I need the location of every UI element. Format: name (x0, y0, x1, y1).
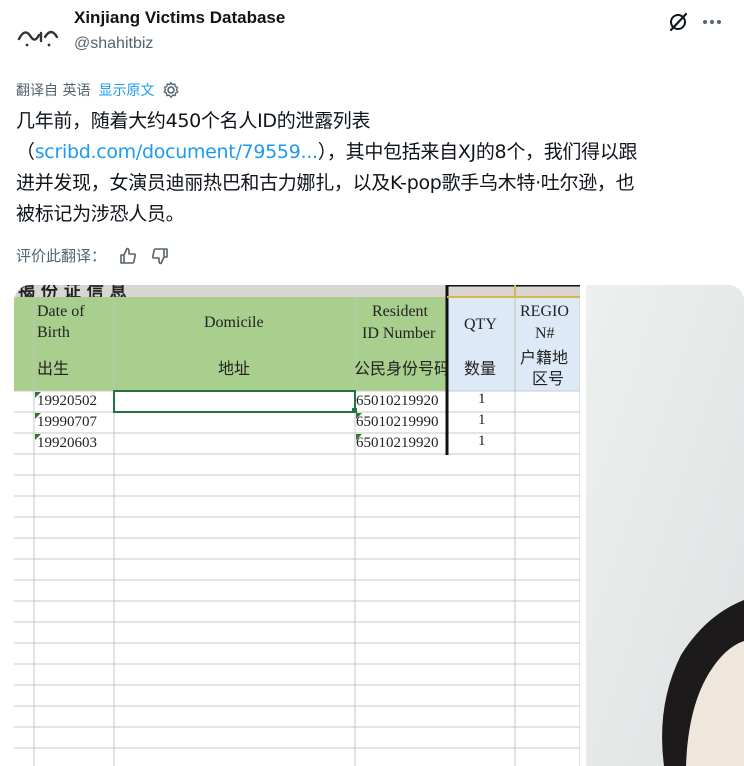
thumb-up-icon (120, 247, 137, 264)
photo-illustration (586, 285, 744, 766)
translation-bar: 翻译自 英语 显示原文 (16, 80, 180, 100)
show-original-link[interactable]: 显示原文 (98, 80, 154, 100)
tweet-line: （scribd.com/document/79559...），其中包括来自XJ的… (16, 137, 728, 168)
author-name[interactable]: Xinjiang Victims Database (74, 8, 285, 28)
media-image-photo[interactable] (586, 285, 744, 766)
more-icon (703, 20, 721, 24)
cell-dob: 19920603 (37, 435, 97, 451)
avatar-logo (17, 30, 59, 47)
tweet-text: 几年前，随着大约450个名人ID的泄露列表 （scribd.com/docume… (16, 106, 728, 230)
tweet-line: 几年前，随着大约450个名人ID的泄露列表 (16, 110, 371, 132)
translation-settings-button[interactable] (162, 81, 180, 99)
cell-qty: 1 (478, 412, 486, 428)
cell-qty: 1 (478, 433, 486, 449)
cell-qty: 1 (478, 391, 486, 407)
cell-id: 65010219990 (356, 414, 439, 430)
cell-id: 65010219920 (356, 435, 439, 451)
tweet-line: 被标记为涉恐人员。 (16, 203, 185, 225)
cell-id: 65010219920 (356, 393, 439, 409)
spreadsheet-grid (14, 285, 580, 766)
thumb-down-icon (151, 247, 168, 264)
rate-label: 评价此翻译： (16, 247, 107, 265)
grok-icon (669, 12, 688, 32)
more-options-button[interactable] (698, 8, 726, 36)
avatar[interactable] (14, 12, 62, 60)
translation-label: 翻译自 英语 (16, 83, 91, 99)
author-handle[interactable]: @shahitbiz (74, 35, 153, 53)
grok-button[interactable] (664, 8, 692, 36)
tweet-link[interactable]: scribd.com/document/79559... (35, 141, 318, 163)
paren-open: （ (16, 141, 35, 163)
gear-icon (164, 81, 179, 99)
cell-dob: 19990707 (37, 414, 97, 430)
media-image-spreadsheet[interactable]: 揭 份 证 信 息 Date of Birth 出生 Domicile 地址 R… (14, 285, 580, 766)
thumb-down-button[interactable] (150, 246, 170, 266)
cell-dob: 19920502 (37, 393, 97, 409)
rate-translation: 评价此翻译： (16, 245, 170, 266)
tweet-line-rest: ），其中包括来自XJ的8个，我们得以跟 (317, 141, 638, 163)
tweet-line: 进并发现，女演员迪丽热巴和古力娜扎，以及K-pop歌手乌木特·吐尔逊，也 (16, 172, 635, 194)
thumb-up-button[interactable] (118, 246, 138, 266)
